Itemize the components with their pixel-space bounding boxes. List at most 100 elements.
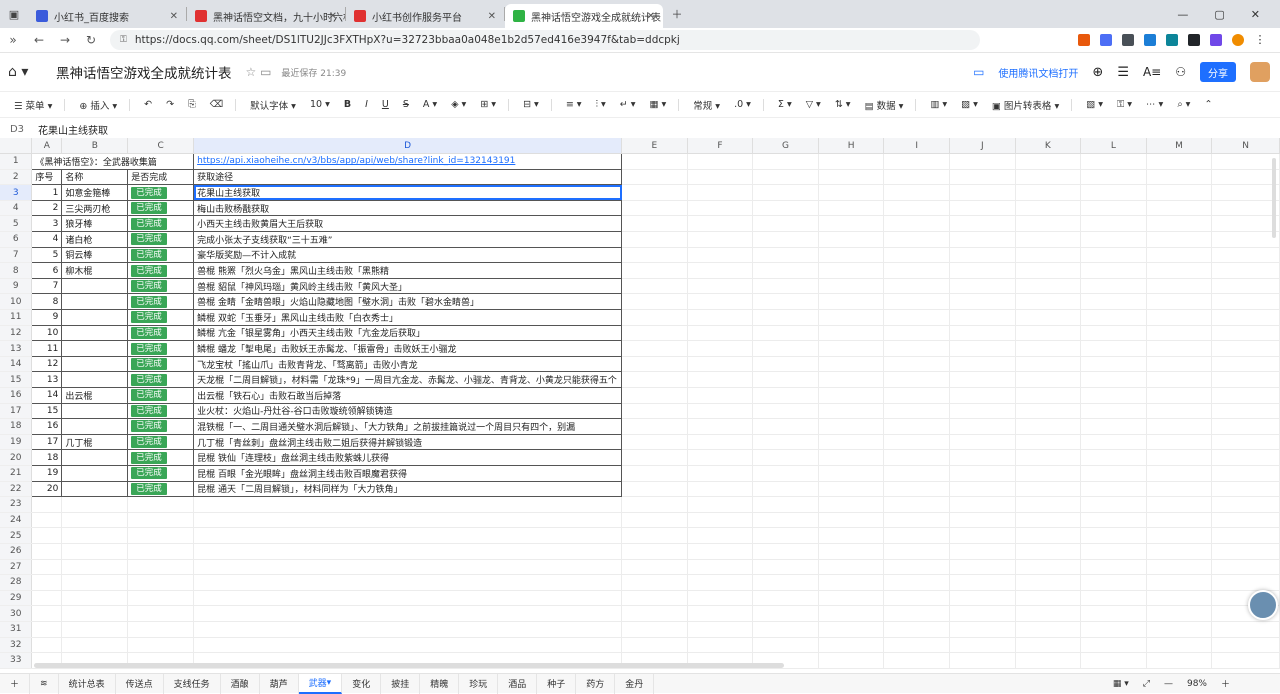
cell[interactable]	[1146, 621, 1213, 638]
cell[interactable]	[193, 605, 623, 622]
cell[interactable]	[949, 418, 1016, 435]
extension-icon[interactable]	[1210, 34, 1222, 46]
sidebar-toggle-icon[interactable]: »	[0, 33, 26, 47]
cell[interactable]	[687, 340, 754, 357]
cell[interactable]: 已完成	[127, 199, 195, 217]
cell[interactable]	[752, 169, 819, 186]
row-header[interactable]: 32	[0, 637, 33, 654]
cell[interactable]	[949, 200, 1016, 217]
cell[interactable]: 18	[31, 449, 63, 466]
cell[interactable]	[1211, 418, 1280, 435]
cell[interactable]	[883, 215, 950, 233]
italic-button[interactable]: I	[365, 99, 368, 110]
cell[interactable]: 诸白枪	[61, 231, 129, 248]
open-in-app-link[interactable]: 使用腾讯文档打开	[998, 65, 1078, 80]
add-collab-icon[interactable]: ⊕	[1092, 65, 1103, 80]
cell[interactable]	[949, 652, 1016, 669]
cell[interactable]	[61, 496, 129, 513]
border-button[interactable]: ⊞ ▾	[480, 99, 496, 110]
cell[interactable]	[1015, 637, 1082, 654]
row-header[interactable]: 12	[0, 325, 33, 342]
menu-icon[interactable]: ☰	[1117, 65, 1129, 80]
font-family-select[interactable]: 默认字体 ▾	[250, 98, 296, 112]
row-header[interactable]: 9	[0, 278, 33, 295]
row-header[interactable]: 17	[0, 403, 33, 420]
cell[interactable]	[1080, 371, 1147, 388]
cell[interactable]	[1015, 247, 1082, 264]
cell[interactable]	[1211, 153, 1280, 170]
cell[interactable]	[1146, 325, 1213, 342]
cell[interactable]	[752, 418, 819, 435]
column-header[interactable]: K	[1015, 138, 1082, 155]
cell[interactable]	[883, 481, 950, 498]
number-format-select[interactable]: 常规 ▾	[693, 98, 720, 112]
cell[interactable]	[61, 574, 129, 591]
search-icon[interactable]: ⌕ ▾	[1177, 99, 1190, 110]
font-color-button[interactable]: A ▾	[423, 99, 437, 110]
cell[interactable]	[1080, 325, 1147, 342]
cell[interactable]	[1146, 481, 1213, 498]
cell[interactable]	[31, 621, 63, 638]
cell[interactable]	[621, 512, 688, 529]
cell[interactable]	[687, 169, 754, 186]
cell[interactable]: 1	[31, 184, 63, 201]
cell[interactable]	[1015, 403, 1082, 420]
cell[interactable]	[1080, 231, 1147, 248]
cell[interactable]	[687, 184, 754, 201]
cell[interactable]	[127, 605, 195, 622]
cell[interactable]: 已完成	[127, 464, 195, 482]
cell[interactable]	[883, 200, 950, 217]
cell[interactable]	[1080, 512, 1147, 529]
font-size-select[interactable]: 10 ▾	[310, 99, 330, 110]
wrap-button[interactable]: ↵ ▾	[620, 99, 636, 110]
cell[interactable]	[687, 637, 754, 654]
cell[interactable]	[818, 637, 885, 654]
cell[interactable]	[1211, 200, 1280, 217]
undo-icon[interactable]: ↶	[144, 99, 152, 110]
cell[interactable]	[883, 293, 950, 311]
extension-icon[interactable]	[1166, 34, 1178, 46]
cell[interactable]	[818, 449, 885, 466]
cell[interactable]	[818, 605, 885, 622]
cell[interactable]	[752, 371, 819, 388]
cell[interactable]	[687, 434, 754, 451]
cell[interactable]	[1080, 200, 1147, 217]
forward-icon[interactable]: →	[52, 33, 78, 47]
cell[interactable]	[687, 543, 754, 560]
cell[interactable]	[1015, 543, 1082, 560]
cell[interactable]	[1080, 574, 1147, 591]
cell[interactable]	[193, 637, 623, 654]
cell[interactable]	[1080, 387, 1147, 404]
cell[interactable]: 狼牙棒	[61, 215, 129, 233]
cell[interactable]	[752, 215, 819, 233]
cell[interactable]: 6	[31, 262, 63, 279]
cell[interactable]	[61, 464, 129, 482]
cell[interactable]	[621, 309, 688, 326]
cell[interactable]	[193, 574, 623, 591]
cell[interactable]	[1211, 278, 1280, 295]
cell[interactable]	[1080, 559, 1147, 576]
cell[interactable]	[621, 403, 688, 420]
image-button[interactable]: ▨ ▾	[961, 99, 978, 110]
cell[interactable]	[1015, 434, 1082, 451]
cell[interactable]	[1080, 262, 1147, 279]
sheet-tab[interactable]: 统计总表	[59, 673, 116, 694]
cell[interactable]	[1015, 481, 1082, 498]
extension-icon[interactable]	[1188, 34, 1200, 46]
clear-format-icon[interactable]: ⌫	[210, 99, 223, 110]
cell[interactable]	[1211, 559, 1280, 576]
cell[interactable]	[818, 387, 885, 404]
cell[interactable]	[1080, 496, 1147, 513]
cell[interactable]	[621, 262, 688, 279]
cell[interactable]	[61, 418, 129, 435]
cell[interactable]	[1080, 590, 1147, 607]
cell[interactable]	[1015, 449, 1082, 466]
fill-color-button[interactable]: ◈ ▾	[451, 99, 466, 110]
column-header[interactable]: J	[949, 138, 1016, 155]
cell[interactable]	[883, 371, 950, 388]
cell[interactable]	[61, 402, 129, 420]
cell[interactable]	[61, 512, 129, 529]
cell[interactable]	[61, 355, 129, 373]
cell[interactable]	[1146, 543, 1213, 560]
cell[interactable]: 12	[31, 355, 63, 373]
